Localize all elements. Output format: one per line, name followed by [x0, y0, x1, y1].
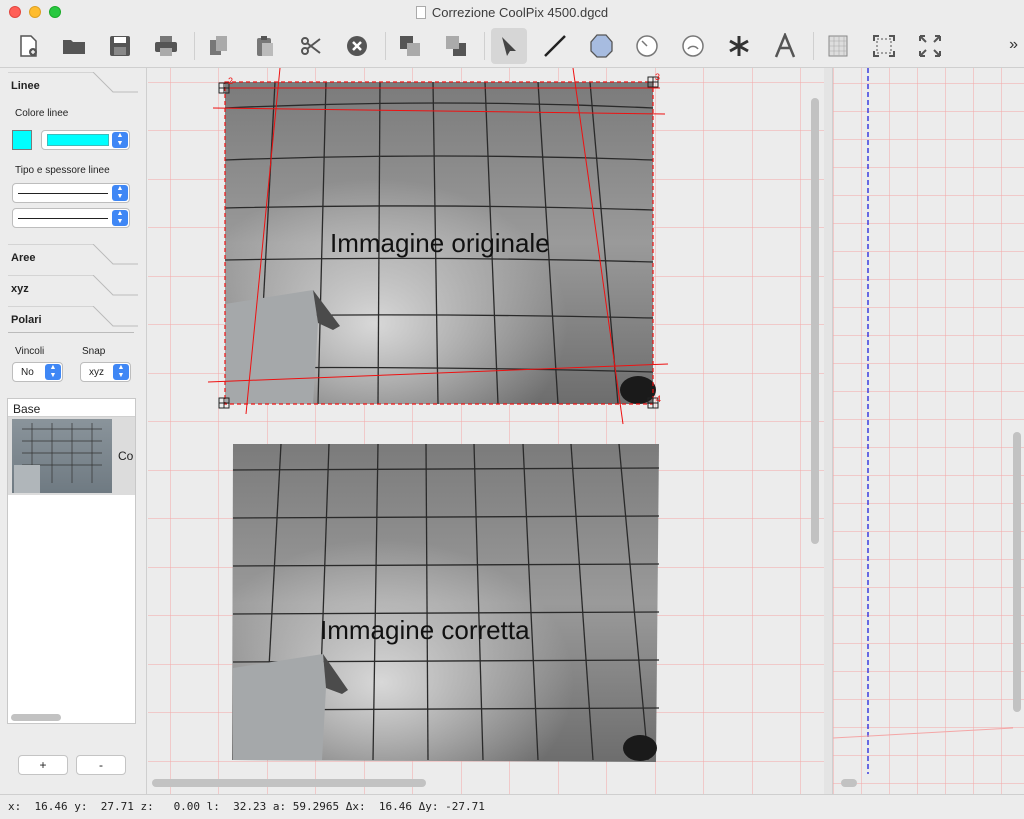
toolbar-separator	[385, 31, 386, 60]
cut-icon[interactable]	[293, 28, 329, 64]
zoom-window-button[interactable]	[49, 6, 61, 18]
chevron-updown-icon: ▲ ▼	[112, 210, 128, 226]
split-divider[interactable]	[824, 68, 832, 794]
corner-label: 3	[655, 72, 660, 82]
canvas-vertical-scrollbar[interactable]	[811, 98, 819, 544]
vincoli-label: Vincoli	[15, 346, 45, 357]
chevron-updown-icon: ▲ ▼	[113, 364, 129, 380]
fullscreen-icon[interactable]	[912, 28, 948, 64]
secondary-horizontal-scrollbar[interactable]	[841, 779, 857, 787]
section-xyz[interactable]: xyz	[0, 275, 147, 301]
send-back-icon[interactable]	[438, 28, 474, 64]
layers-list: Base Co	[7, 398, 136, 724]
vincoli-value: No	[21, 366, 34, 378]
open-folder-icon[interactable]	[56, 28, 92, 64]
window-title-text: Correzione CoolPix 4500.dgcd	[431, 4, 609, 20]
vincoli-select[interactable]: No ▲ ▼	[12, 362, 63, 382]
secondary-view[interactable]	[832, 68, 1024, 794]
delete-icon[interactable]	[339, 28, 375, 64]
divider	[8, 332, 134, 333]
layer-thumbnail	[12, 419, 112, 493]
line-type-popup[interactable]: ▲ ▼	[12, 183, 130, 203]
line-color-preview	[47, 134, 109, 146]
section-linee[interactable]: Linee	[0, 72, 147, 98]
chevron-updown-icon: ▲ ▼	[112, 185, 128, 201]
snap-label: Snap	[82, 346, 106, 357]
arc-tool-icon[interactable]	[675, 28, 711, 64]
print-icon[interactable]	[148, 28, 184, 64]
original-image-label: Immagine originale	[330, 228, 550, 258]
corrected-image[interactable]	[232, 443, 660, 762]
layer-thumbnail-image	[14, 423, 102, 493]
corner-label: 2	[228, 76, 233, 86]
section-tab-shape	[8, 275, 138, 296]
close-window-button[interactable]	[9, 6, 21, 18]
polygon-tool-icon[interactable]	[583, 28, 619, 64]
line-tool-icon[interactable]	[537, 28, 573, 64]
section-tab-shape	[8, 72, 138, 93]
drawing-canvas[interactable]: 2 3 4 Immagine originale Immagine corret…	[148, 68, 824, 794]
chevron-updown-icon: ▲ ▼	[112, 132, 128, 148]
window-controls	[9, 6, 61, 18]
corrected-image-label: Immagine corretta	[320, 615, 530, 645]
new-document-icon[interactable]	[10, 28, 46, 64]
minimize-window-button[interactable]	[29, 6, 41, 18]
add-layer-button[interactable]: +	[18, 755, 68, 775]
section-tab-shape	[8, 306, 138, 327]
properties-panel: Linee Colore linee ▲ ▼ Tipo e spessore li…	[0, 68, 147, 794]
line-color-popup[interactable]: ▲ ▼	[41, 130, 130, 150]
line-color-swatch[interactable]	[12, 130, 32, 150]
arrow-pointer-icon[interactable]	[491, 27, 527, 64]
layers-scrollbar[interactable]	[11, 714, 61, 721]
title-bar: Correzione CoolPix 4500.dgcd	[0, 0, 1024, 24]
section-aree[interactable]: Aree	[0, 244, 147, 270]
remove-layer-button[interactable]: -	[76, 755, 126, 775]
bring-front-icon[interactable]	[392, 28, 428, 64]
snap-select[interactable]: xyz ▲ ▼	[80, 362, 131, 382]
status-bar: x: 16.46 y: 27.71 z: 0.00 l: 32.23 a: 59…	[0, 794, 1024, 819]
line-color-label: Colore linee	[15, 108, 69, 119]
paste-icon[interactable]	[247, 28, 283, 64]
line-width-sample	[18, 217, 108, 219]
save-icon[interactable]	[102, 28, 138, 64]
point-tool-icon[interactable]	[721, 28, 757, 64]
toolbar-overflow-button[interactable]: »	[1009, 36, 1018, 54]
line-width-popup[interactable]: ▲ ▼	[12, 208, 130, 228]
layers-header: Base	[8, 399, 135, 417]
layer-name: Co	[118, 449, 134, 463]
toolbar-separator	[194, 31, 195, 60]
app-window: Correzione CoolPix 4500.dgcd » Linee Col…	[0, 0, 1024, 819]
line-type-sample	[18, 192, 108, 194]
chevron-updown-icon: ▲ ▼	[45, 364, 61, 380]
snap-value: xyz	[89, 366, 104, 378]
text-tool-icon[interactable]	[767, 28, 803, 64]
line-style-label: Tipo e spessore linee	[15, 165, 110, 176]
secondary-view-drawing	[833, 68, 1024, 794]
window-title: Correzione CoolPix 4500.dgcd	[415, 4, 609, 20]
circle-tool-icon[interactable]	[629, 28, 665, 64]
fit-selection-icon[interactable]	[866, 28, 902, 64]
section-tab-shape	[8, 244, 138, 265]
toolbar-separator	[484, 31, 485, 60]
copy-icon[interactable]	[201, 28, 237, 64]
section-polari[interactable]: Polari	[0, 306, 147, 332]
document-icon	[415, 5, 426, 19]
corner-label: 4	[656, 394, 661, 404]
canvas-drawing: 2 3 4	[148, 68, 824, 794]
grid-icon[interactable]	[820, 28, 856, 64]
secondary-vertical-scrollbar[interactable]	[1013, 432, 1021, 712]
layer-item[interactable]: Co	[8, 417, 135, 495]
toolbar: »	[0, 24, 1024, 68]
toolbar-separator	[813, 31, 814, 60]
canvas-horizontal-scrollbar[interactable]	[152, 779, 426, 787]
